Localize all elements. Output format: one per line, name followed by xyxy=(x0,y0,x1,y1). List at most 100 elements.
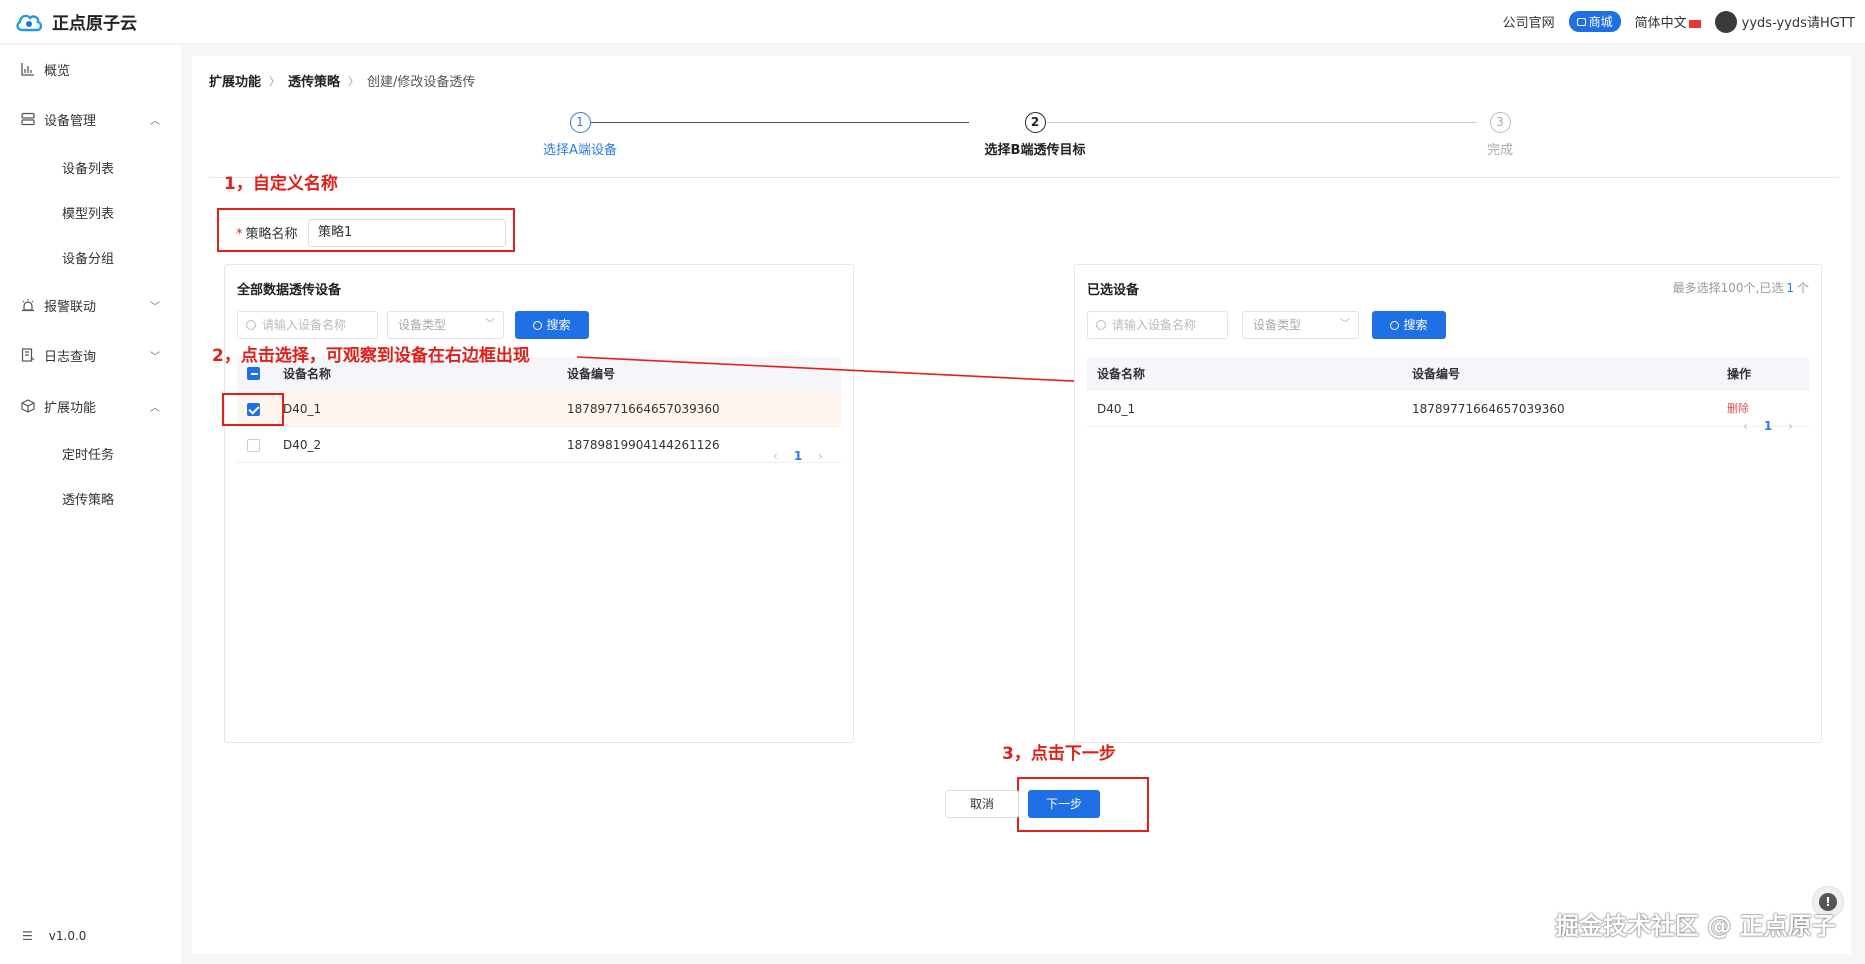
device-search-input[interactable]: 请输入设备名称 xyxy=(237,311,378,339)
policy-name-label: * 策略名称 xyxy=(236,223,298,242)
sidebar-item-passthrough-policy[interactable]: 透传策略 xyxy=(0,480,181,516)
breadcrumb-item[interactable]: 扩展功能 xyxy=(209,71,261,90)
next-step-button[interactable]: 下一步 xyxy=(1028,790,1100,818)
sidebar-item-label: 设备管理 xyxy=(44,113,97,129)
prev-page-icon[interactable]: ‹ xyxy=(1743,419,1748,433)
sidebar-item-device-list[interactable]: 设备列表 xyxy=(0,149,181,185)
cube-icon xyxy=(21,399,35,413)
chevron-down-icon: ﹀ xyxy=(150,301,160,313)
sidebar-item-scheduled-task[interactable]: 定时任务 xyxy=(0,435,181,471)
main-content: 扩展功能 〉 透传策略 〉 创建/修改设备透传 1 选择A端设备 2 选择B端透… xyxy=(192,56,1851,954)
sidebar-item-label: 概览 xyxy=(44,63,71,79)
collapse-menu-icon[interactable]: ☰ xyxy=(22,929,33,943)
step-number: 3 xyxy=(1489,112,1511,133)
device-type-select[interactable]: 设备类型 ﹀ xyxy=(387,311,504,339)
version-label: v1.0.0 xyxy=(48,929,87,943)
table-row: D40_1 1878977166465703936​0 删除 xyxy=(1087,391,1809,427)
column-header: 设备编号 xyxy=(1412,367,1461,381)
table-header: 设备名称 设备编号 操作 xyxy=(1087,357,1809,391)
selection-note-prefix: 最多选择100个,已选 xyxy=(1672,281,1784,295)
sidebar-item-label: 报警联动 xyxy=(44,299,97,315)
next-page-icon[interactable]: › xyxy=(1788,419,1793,433)
selection-limit-note: 最多选择100个,已选 1 个 xyxy=(1673,279,1809,296)
language-label: 简体中文 xyxy=(1634,16,1687,31)
select-all-checkbox[interactable] xyxy=(247,367,260,380)
sidebar: 概览 设备管理 ︿ 设备列表 模型列表 设备分组 报警联动 ﹀ 日志查询 ﹀ 扩… xyxy=(0,45,181,964)
annotation-1: 1，自定义名称 xyxy=(224,174,338,194)
watermark: 掘金技术社区 @ 正点原子 xyxy=(1555,912,1836,940)
log-icon xyxy=(21,348,35,362)
search-icon xyxy=(246,320,256,330)
sidebar-item-model-list[interactable]: 模型列表 xyxy=(0,194,181,230)
user-menu[interactable]: yyds-yyds请HGTT xyxy=(1714,10,1855,33)
flag-icon xyxy=(1688,19,1701,28)
prev-page-icon[interactable]: ‹ xyxy=(773,449,778,463)
search-button[interactable]: 搜索 xyxy=(1372,311,1446,339)
step-number: 2 xyxy=(1024,112,1046,133)
chevron-down-icon: ﹀ xyxy=(150,351,160,363)
device-name: D40_2 xyxy=(283,438,322,452)
next-page-icon[interactable]: › xyxy=(818,449,823,463)
search-button-label: 搜索 xyxy=(546,318,571,332)
avatar xyxy=(1714,10,1737,33)
search-button[interactable]: 搜索 xyxy=(515,311,589,339)
cancel-button[interactable]: 取消 xyxy=(945,790,1019,818)
all-devices-panel: 全部数据透传设备 请输入设备名称 设备类型 ﹀ 搜索 设备名称 设备编号 D40… xyxy=(224,264,854,743)
row-checkbox[interactable] xyxy=(247,439,260,452)
sidebar-item-label: 透传策略 xyxy=(62,492,115,508)
sidebar-item-device-group[interactable]: 设备分组 xyxy=(0,239,181,275)
pagination: ‹ 1 › xyxy=(1743,419,1793,433)
chevron-up-icon: ︿ xyxy=(150,402,160,414)
app-name: 正点原子云 xyxy=(52,14,137,34)
alarm-icon xyxy=(22,299,34,312)
step-connector xyxy=(1047,122,1477,123)
policy-name-input[interactable]: 策略1 xyxy=(308,219,506,247)
steps: 1 选择A端设备 2 选择B端透传目标 3 完成 xyxy=(209,100,1839,178)
device-id: 1878977166465703936​0 xyxy=(1412,402,1565,416)
page-number[interactable]: 1 xyxy=(1764,419,1772,433)
step-1: 1 选择A端设备 xyxy=(510,112,650,158)
language-selector[interactable]: 简体中文 xyxy=(1635,12,1701,31)
sidebar-item-overview[interactable]: 概览 xyxy=(0,51,181,87)
column-header: 设备名称 xyxy=(1097,367,1146,381)
selection-note-suffix: 个 xyxy=(1796,281,1809,295)
selected-search-input[interactable]: 请输入设备名称 xyxy=(1087,311,1228,339)
sidebar-item-label: 定时任务 xyxy=(62,447,115,463)
search-icon xyxy=(533,321,543,330)
step-title: 选择B端透传目标 xyxy=(984,143,1086,158)
sidebar-item-device-management[interactable]: 设备管理 ︿ xyxy=(0,101,181,137)
policy-name-label-text: 策略名称 xyxy=(245,227,298,242)
breadcrumb-item[interactable]: 透传策略 xyxy=(288,71,340,90)
table-row[interactable]: D40_2 1878981990414426112​6 xyxy=(237,427,841,463)
page-number[interactable]: 1 xyxy=(794,449,802,463)
selection-count: 1 xyxy=(1786,281,1794,295)
top-bar: 正点原子云 公司官网 商城 简体中文 yyds-yyds请HGTT xyxy=(0,0,1865,44)
cloud-logo-icon xyxy=(16,14,43,31)
search-icon xyxy=(1390,321,1400,330)
breadcrumb: 扩展功能 〉 透传策略 〉 创建/修改设备透传 xyxy=(209,71,476,91)
mall-icon xyxy=(1576,17,1586,26)
chevron-up-icon: ︿ xyxy=(150,115,160,127)
sidebar-item-log[interactable]: 日志查询 ﹀ xyxy=(0,337,181,373)
version-info: ☰ v1.0.0 xyxy=(22,929,86,943)
annotation-box-2 xyxy=(222,393,284,426)
selected-type-select[interactable]: 设备类型 ﹀ xyxy=(1242,311,1359,339)
mall-button[interactable]: 商城 xyxy=(1568,11,1621,32)
sidebar-item-label: 设备分组 xyxy=(62,251,115,267)
select-placeholder: 设备类型 xyxy=(1253,318,1302,332)
step-title: 完成 xyxy=(1486,143,1513,158)
app-logo[interactable]: 正点原子云 xyxy=(0,9,137,34)
pagination: ‹ 1 › xyxy=(773,449,823,463)
breadcrumb-current: 创建/修改设备透传 xyxy=(367,75,476,90)
sidebar-item-extension[interactable]: 扩展功能 ︿ xyxy=(0,388,181,424)
step-2: 2 选择B端透传目标 xyxy=(965,112,1105,158)
sidebar-item-label: 设备列表 xyxy=(62,161,115,177)
step-number: 1 xyxy=(569,112,591,133)
device-id: 1878981990414426112​6 xyxy=(567,438,720,452)
sidebar-item-alarm[interactable]: 报警联动 ﹀ xyxy=(0,287,181,323)
annotation-3: 3，点击下一步 xyxy=(1002,744,1116,764)
chevron-down-icon: ﹀ xyxy=(485,319,495,330)
search-placeholder: 请输入设备名称 xyxy=(262,318,347,332)
panel-title: 全部数据透传设备 xyxy=(237,283,342,298)
official-site-link[interactable]: 公司官网 xyxy=(1503,12,1555,31)
